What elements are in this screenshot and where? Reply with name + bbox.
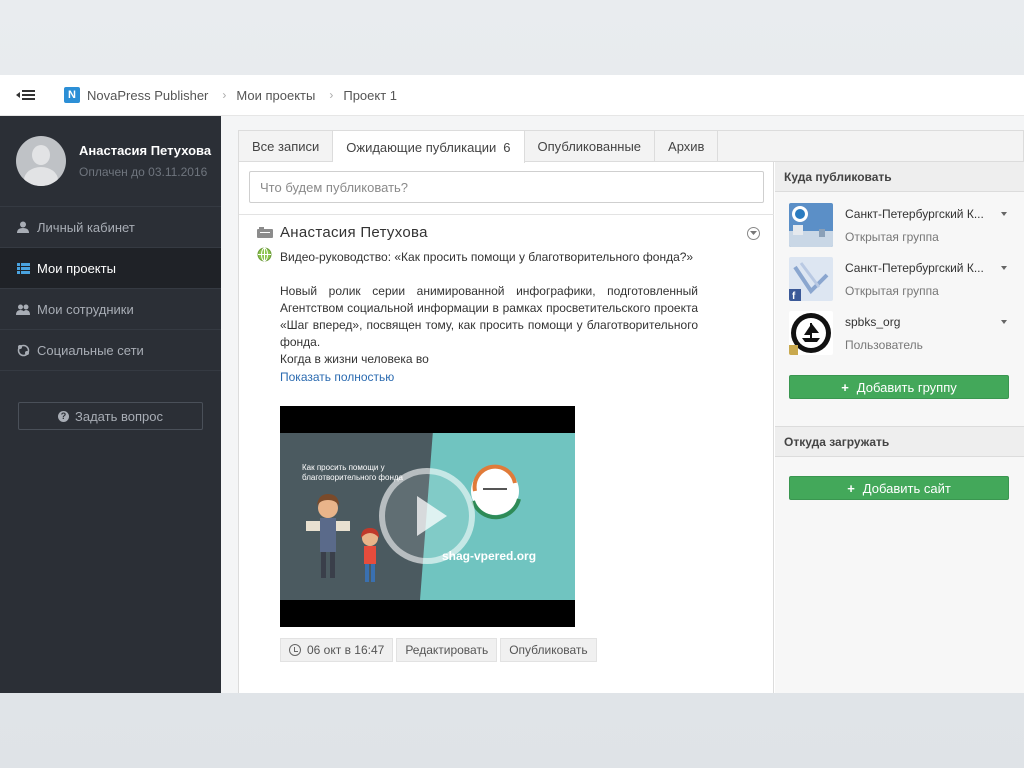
video-caption: Как просить помощи у благотворительного … [302,463,403,482]
right-column: Куда публиковать Санкт-Петербургский К..… [775,162,1024,693]
edit-button[interactable]: Редактировать [396,638,498,662]
add-site-button[interactable]: + Добавить сайт [789,476,1009,500]
chevron-down-icon[interactable] [1001,212,1007,216]
top-bar: N NovaPress Publisher › Мои проекты › Пр… [0,75,1024,116]
group-avatar [789,203,833,247]
network-folder-icon [257,226,273,241]
compose-input[interactable] [249,171,764,203]
subscription-status: Оплачен до 03.11.2016 [79,165,208,179]
video-thumbnail: Как просить помощи у благотворительного … [280,433,575,600]
publish-to-heading: Куда публиковать [775,162,1024,192]
video-player[interactable]: Как просить помощи у благотворительного … [280,406,575,627]
play-icon[interactable] [379,468,475,564]
question-icon: ? [58,410,70,422]
chevron-down-icon[interactable] [747,227,760,240]
sidebar-item-label: Мои сотрудники [37,301,134,317]
cartoon-characters-illustration [306,494,379,582]
brand-logo: N [64,87,80,103]
group-avatar: f [789,257,833,301]
sidebar-item-projects[interactable]: Мои проекты [0,248,221,289]
group-item[interactable]: Санкт-Петербургский К... Открытая группа [789,203,1014,249]
breadcrumb-app[interactable]: NovaPress Publisher [87,88,208,103]
chevron-right-icon: › [329,88,334,102]
user-profile: Анастасия Петухова Оплачен до 03.11.2016 [0,116,221,207]
post-body: Видео-руководство: «Как просить помощи у… [280,249,698,368]
show-more-link[interactable]: Показать полностью [280,370,762,384]
publish-button[interactable]: Опубликовать [500,638,597,662]
menu-toggle-icon[interactable] [0,75,52,116]
sidebar-item-social[interactable]: Социальные сети [0,330,221,371]
globe-icon [257,247,272,265]
tab-pending[interactable]: Ожидающие публикации 6 [333,131,525,163]
group-type: Пользователь [845,338,923,352]
add-group-button[interactable]: + Добавить группу [789,375,1009,399]
post-card: Анастасия Петухова Видео-руководство: «К… [257,224,762,384]
group-name: spbks_org [845,315,901,329]
tab-archive[interactable]: Архив [655,131,719,161]
schedule-time-button[interactable]: 06 окт в 16:47 [280,638,394,662]
sidebar-item-label: Мои проекты [37,260,116,276]
user-name[interactable]: Анастасия Петухова [79,143,211,158]
avatar[interactable] [16,136,66,186]
load-from-heading: Откуда загружать [775,427,1024,457]
group-name: Санкт-Петербургский К... [845,261,984,275]
app-window: N NovaPress Publisher › Мои проекты › Пр… [0,75,1024,693]
breadcrumb-current: Проект 1 [343,87,398,103]
sidebar-item-employees[interactable]: Мои сотрудники [0,289,221,330]
tabs-bar: Все записи Ожидающие публикации 6 Опублик… [239,131,1023,163]
group-name: Санкт-Петербургский К... [845,207,984,221]
sidebar: Анастасия Петухова Оплачен до 03.11.2016… [0,116,221,693]
user-icon [16,221,30,233]
sidebar-item-account[interactable]: Личный кабинет [0,207,221,248]
divider [239,214,774,215]
sidebar-item-label: Личный кабинет [37,219,135,235]
group-avatar [789,311,833,355]
pending-count-badge: 6 [503,139,511,155]
chevron-right-icon: › [222,88,227,102]
post-text-line: Новый ролик серии анимированной инфограф… [280,284,698,349]
group-item[interactable]: spbks_org Пользователь [789,311,1014,357]
post-text-line: Когда в жизни человека во [280,352,429,366]
main-area: Все записи Ожидающие публикации 6 Опублик… [221,116,1024,693]
post-text-line: Видео-руководство: «Как просить помощи у… [280,250,694,264]
post-actions: 06 окт в 16:47 Редактировать Опубликоват… [280,638,600,662]
content-panel: Все записи Ожидающие публикации 6 Опублик… [238,130,1024,693]
group-type: Открытая группа [845,284,939,298]
plus-icon: + [847,480,855,496]
chevron-down-icon[interactable] [1001,266,1007,270]
tab-published[interactable]: Опубликованные [525,131,656,161]
ask-question-button[interactable]: ? Задать вопрос [18,402,203,430]
network-icon [16,344,30,357]
tab-all[interactable]: Все записи [239,131,334,161]
ask-question-label: Задать вопрос [75,408,163,424]
group-item[interactable]: f Санкт-Петербургский К... Открытая груп… [789,257,1014,303]
group-type: Открытая группа [845,230,939,244]
feed-column: Анастасия Петухова Видео-руководство: «К… [239,162,774,693]
breadcrumb-projects[interactable]: Мои проекты [236,88,315,103]
plus-icon: + [841,379,849,395]
post-author[interactable]: Анастасия Петухова [280,224,762,241]
chevron-down-icon[interactable] [1001,320,1007,324]
sidebar-item-label: Социальные сети [37,342,144,358]
users-icon [16,304,30,315]
load-from-section: Откуда загружать [775,426,1024,457]
clock-icon [289,644,301,656]
grid-list-icon [16,262,30,274]
